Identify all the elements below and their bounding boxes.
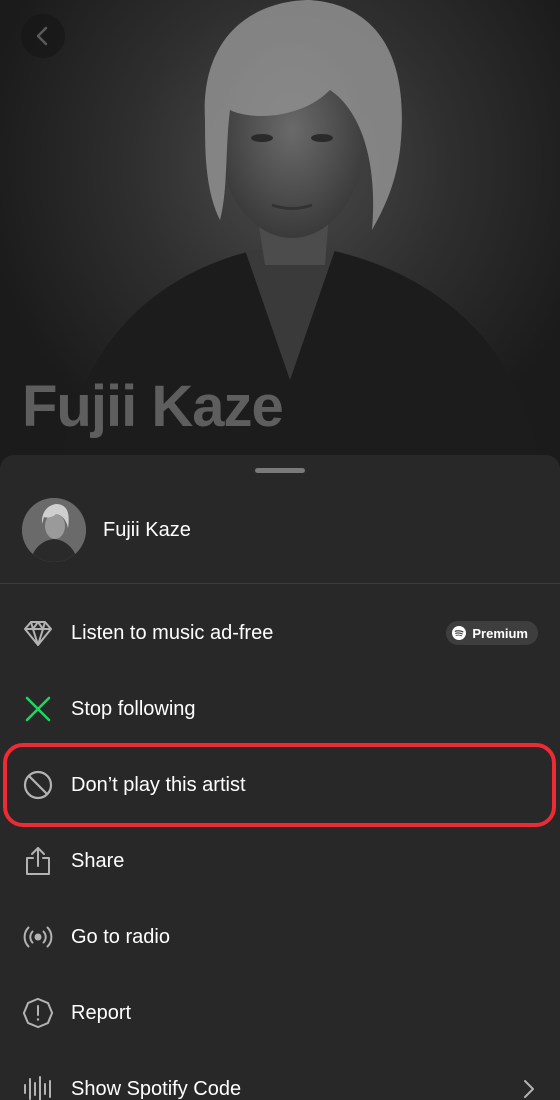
radio-icon xyxy=(22,921,54,953)
menu-item-label: Listen to music ad-free xyxy=(71,621,274,644)
x-icon xyxy=(22,693,54,725)
premium-badge-label: Premium xyxy=(472,625,528,641)
share-icon xyxy=(22,845,54,877)
menu-item-dont-play-artist[interactable]: Don’t play this artist xyxy=(0,747,560,823)
sheet-artist-name: Fujii Kaze xyxy=(103,518,191,541)
menu-item-spotify-code[interactable]: Show Spotify Code xyxy=(0,1051,560,1100)
spotify-logo-icon xyxy=(452,626,467,640)
menu-list: Listen to music ad-free Premium Stop fol… xyxy=(0,595,560,1100)
diamond-icon xyxy=(22,617,54,649)
avatar xyxy=(22,498,86,562)
menu-item-label: Share xyxy=(71,849,125,872)
block-icon xyxy=(22,769,54,801)
menu-item-label: Stop following xyxy=(71,697,196,720)
menu-item-stop-following[interactable]: Stop following xyxy=(0,671,560,747)
menu-item-label: Report xyxy=(71,1001,132,1024)
menu-item-go-to-radio[interactable]: Go to radio xyxy=(0,899,560,975)
sheet-drag-handle[interactable] xyxy=(255,468,305,473)
chevron-left-icon xyxy=(36,26,48,46)
menu-item-report[interactable]: Report xyxy=(0,975,560,1051)
divider xyxy=(0,583,560,584)
menu-item-label: Go to radio xyxy=(71,925,170,948)
report-icon xyxy=(22,997,54,1029)
back-button[interactable] xyxy=(21,14,65,58)
menu-item-label: Show Spotify Code xyxy=(71,1077,242,1100)
context-menu-sheet: Fujii Kaze Listen to music ad-free Premi… xyxy=(0,455,560,1100)
spotify-code-icon xyxy=(22,1073,54,1100)
menu-item-share[interactable]: Share xyxy=(0,823,560,899)
menu-item-label: Don’t play this artist xyxy=(71,773,246,796)
chevron-right-icon xyxy=(524,1080,534,1098)
artist-hero-name: Fujii Kaze xyxy=(22,374,284,439)
artist-hero: Fujii Kaze xyxy=(0,0,560,470)
sheet-artist-header: Fujii Kaze xyxy=(0,497,560,563)
menu-item-ad-free[interactable]: Listen to music ad-free Premium xyxy=(0,595,560,671)
premium-badge[interactable]: Premium xyxy=(446,621,538,645)
